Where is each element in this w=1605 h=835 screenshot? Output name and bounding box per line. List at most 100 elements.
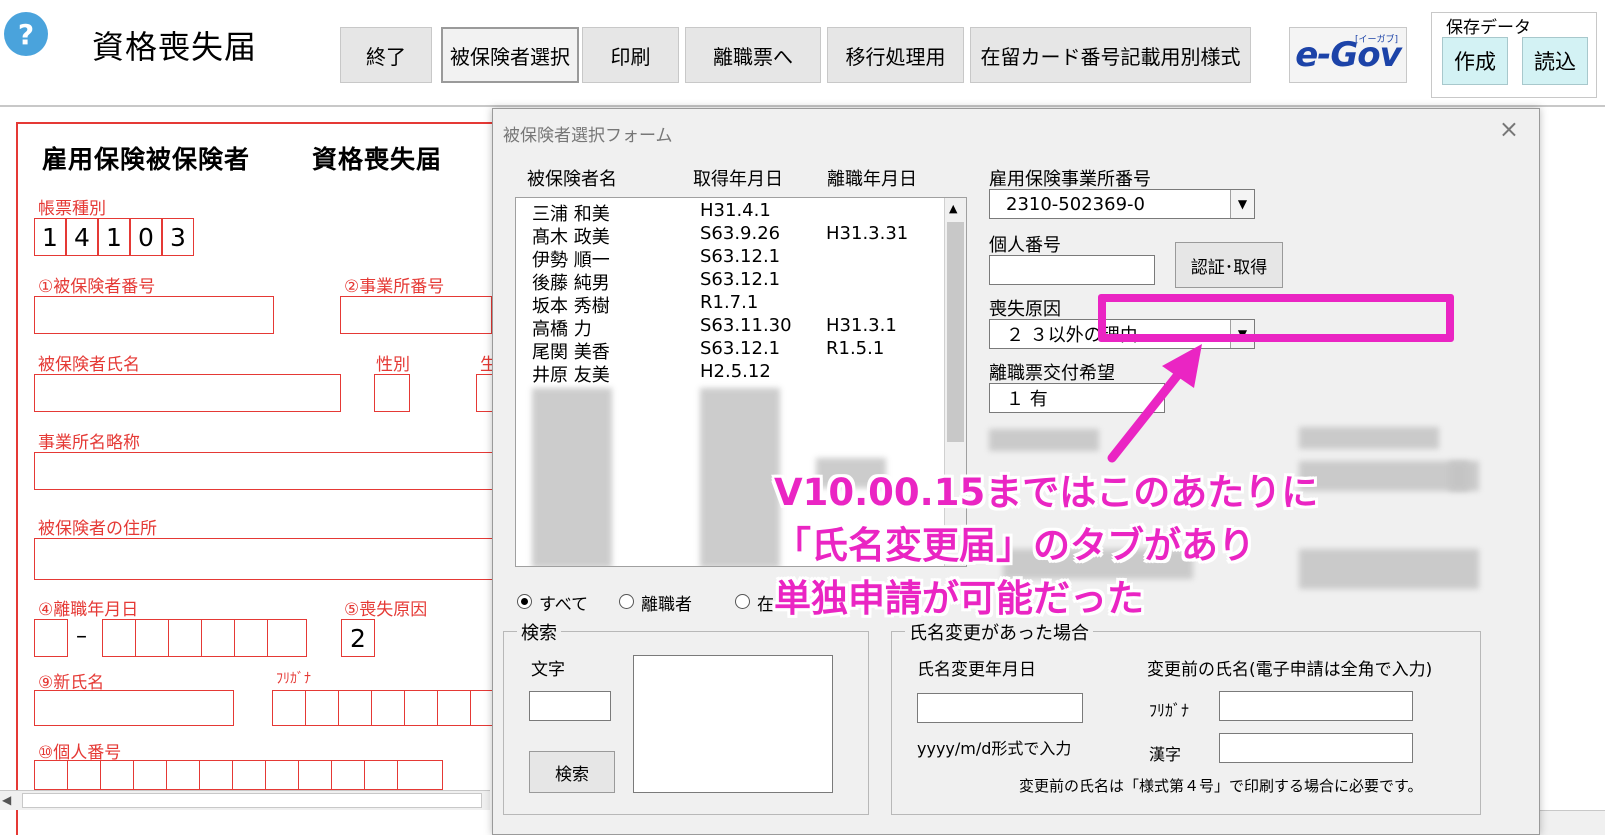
office-short-name-label: 事業所名略称 — [38, 433, 140, 453]
personal-number-cell[interactable] — [397, 760, 443, 790]
gender-label: 性別 — [376, 355, 410, 375]
separation-date-digit-field[interactable] — [267, 619, 307, 657]
separation-date-era-field[interactable] — [34, 619, 68, 657]
exit-button[interactable]: 終了 — [340, 27, 432, 83]
separation-date-digit-field[interactable] — [135, 619, 169, 657]
to-separation-slip-button[interactable]: 離職票へ — [685, 27, 821, 83]
separation-date-digit-field[interactable] — [234, 619, 268, 657]
filter-all-radio[interactable] — [517, 594, 532, 609]
prev-name-furigana-label: ﾌﾘｶﾞﾅ — [1149, 701, 1190, 720]
print-button[interactable]: 印刷 — [582, 27, 679, 83]
separation-date-digit-field[interactable] — [168, 619, 202, 657]
office-number-label: 雇用保険事業所番号 — [989, 169, 1151, 190]
personal-number-input[interactable] — [989, 255, 1155, 285]
scroll-thumb[interactable] — [947, 222, 964, 442]
loss-reason-field[interactable]: 2 — [341, 619, 375, 657]
insured-name-field[interactable] — [34, 374, 341, 412]
office-number-field[interactable] — [340, 296, 492, 334]
scroll-thumb[interactable] — [22, 793, 482, 808]
save-data-label: 保存データ — [1444, 13, 1533, 38]
close-icon[interactable]: × — [1499, 115, 1519, 143]
personal-number-cell[interactable] — [100, 760, 134, 790]
chevron-down-icon[interactable]: ▼ — [1230, 190, 1254, 218]
form-type-digit: 1 — [98, 218, 130, 256]
save-data-group: 保存データ 作成 読込 — [1431, 12, 1597, 98]
select-insured-button[interactable]: 被保険者選択 — [441, 27, 579, 83]
search-button[interactable]: 検索 — [529, 751, 615, 793]
insured-address-label: 被保険者の住所 — [38, 519, 157, 539]
form-title-part2: 資格喪失届 — [312, 145, 443, 174]
search-results-box[interactable] — [633, 655, 833, 793]
filter-current-radio[interactable] — [735, 594, 750, 609]
office-short-name-field[interactable] — [34, 452, 492, 490]
insured-number-label: ①被保険者番号 — [38, 277, 156, 297]
name-change-date-input[interactable] — [917, 693, 1083, 723]
redacted-area — [1449, 461, 1469, 491]
annotation-arrow-icon — [1107, 344, 1202, 463]
furigana-cell[interactable] — [305, 690, 339, 726]
office-number-value: 2310-502369-0 — [1006, 193, 1145, 215]
filter-current-label: 在 — [757, 595, 774, 615]
personal-number-cell[interactable] — [331, 760, 365, 790]
furigana-cell[interactable] — [404, 690, 438, 726]
furigana-cell[interactable] — [437, 690, 471, 726]
separation-slip-value: １ 有 — [1006, 389, 1048, 410]
sheet-horizontal-scrollbar[interactable]: ◀ — [0, 790, 490, 810]
auth-acquire-button[interactable]: 認証･取得 — [1175, 242, 1283, 288]
personal-number-cell[interactable] — [34, 760, 68, 790]
list-header-acquired: 取得年月日 — [693, 169, 783, 190]
scroll-left-arrow-icon[interactable]: ◀ — [2, 793, 11, 807]
filter-all-label: すべて — [539, 595, 589, 615]
migration-button[interactable]: 移行処理用 — [827, 27, 964, 83]
prev-name-furigana-input[interactable] — [1219, 691, 1413, 721]
personal-number-cell[interactable] — [364, 760, 398, 790]
personal-number-cell[interactable] — [199, 760, 233, 790]
redacted-dates — [700, 388, 780, 566]
egov-button[interactable]: e-Gov [イーガブ] — [1289, 27, 1407, 83]
help-icon[interactable]: ? — [4, 12, 48, 56]
search-input[interactable] — [529, 691, 611, 721]
personal-number-cell[interactable] — [232, 760, 266, 790]
egov-logo-sub: [イーガブ] — [1354, 35, 1398, 45]
annotation-line-3: 単独申請が可能だった — [774, 577, 1144, 620]
separation-date-dash: – — [76, 624, 87, 649]
gender-field[interactable] — [374, 374, 410, 412]
annotation-line-2: 「氏名変更届」のタブがあり — [774, 524, 1255, 567]
redacted-area — [1299, 427, 1439, 449]
furigana-cell[interactable] — [338, 690, 372, 726]
redacted-names — [532, 388, 612, 566]
form-type-digit: 3 — [162, 218, 194, 256]
prev-name-note: 変更前の氏名は「様式第４号」で印刷する場合に必要です。 — [1019, 777, 1423, 795]
annotation-line-1: V10.00.15まではこのあたりに — [774, 471, 1319, 514]
personal-number-cell[interactable] — [133, 760, 167, 790]
separation-date-digit-field[interactable] — [201, 619, 235, 657]
form-type-digit: 4 — [66, 218, 98, 256]
load-button[interactable]: 読込 — [1522, 37, 1588, 85]
scroll-up-arrow-icon[interactable]: ▲ — [949, 202, 957, 215]
insured-number-field[interactable] — [34, 296, 274, 334]
insured-address-field[interactable] — [34, 538, 492, 580]
furigana-cell[interactable] — [470, 690, 492, 726]
form-type-label: 帳票種別 — [38, 199, 106, 219]
furigana-cell[interactable] — [272, 690, 306, 726]
new-name-furigana-label: ﾌﾘｶﾞﾅ — [276, 671, 311, 687]
furigana-cell[interactable] — [371, 690, 405, 726]
redacted-area — [1299, 549, 1479, 589]
birth-field[interactable] — [476, 374, 492, 412]
new-name-field[interactable] — [34, 690, 234, 726]
personal-number-cell[interactable] — [298, 760, 332, 790]
create-button[interactable]: 作成 — [1442, 37, 1508, 85]
search-text-label: 文字 — [531, 660, 565, 680]
personal-number-cell[interactable] — [265, 760, 299, 790]
form-type-digit: 1 — [34, 218, 66, 256]
prev-name-kanji-input[interactable] — [1219, 733, 1413, 763]
separation-date-digit-field[interactable] — [102, 619, 136, 657]
office-number-select[interactable]: 2310-502369-0 ▼ — [989, 189, 1255, 219]
filter-separated-radio[interactable] — [619, 594, 634, 609]
app-title: 資格喪失届 — [92, 28, 258, 66]
personal-number-cell[interactable] — [67, 760, 101, 790]
personal-number-cell[interactable] — [166, 760, 200, 790]
residence-card-form-button[interactable]: 在留カード番号記載用別様式 — [970, 27, 1251, 83]
search-frame-label: 検索 — [517, 619, 561, 645]
form-title-part1: 雇用保険被保険者 — [42, 145, 251, 174]
